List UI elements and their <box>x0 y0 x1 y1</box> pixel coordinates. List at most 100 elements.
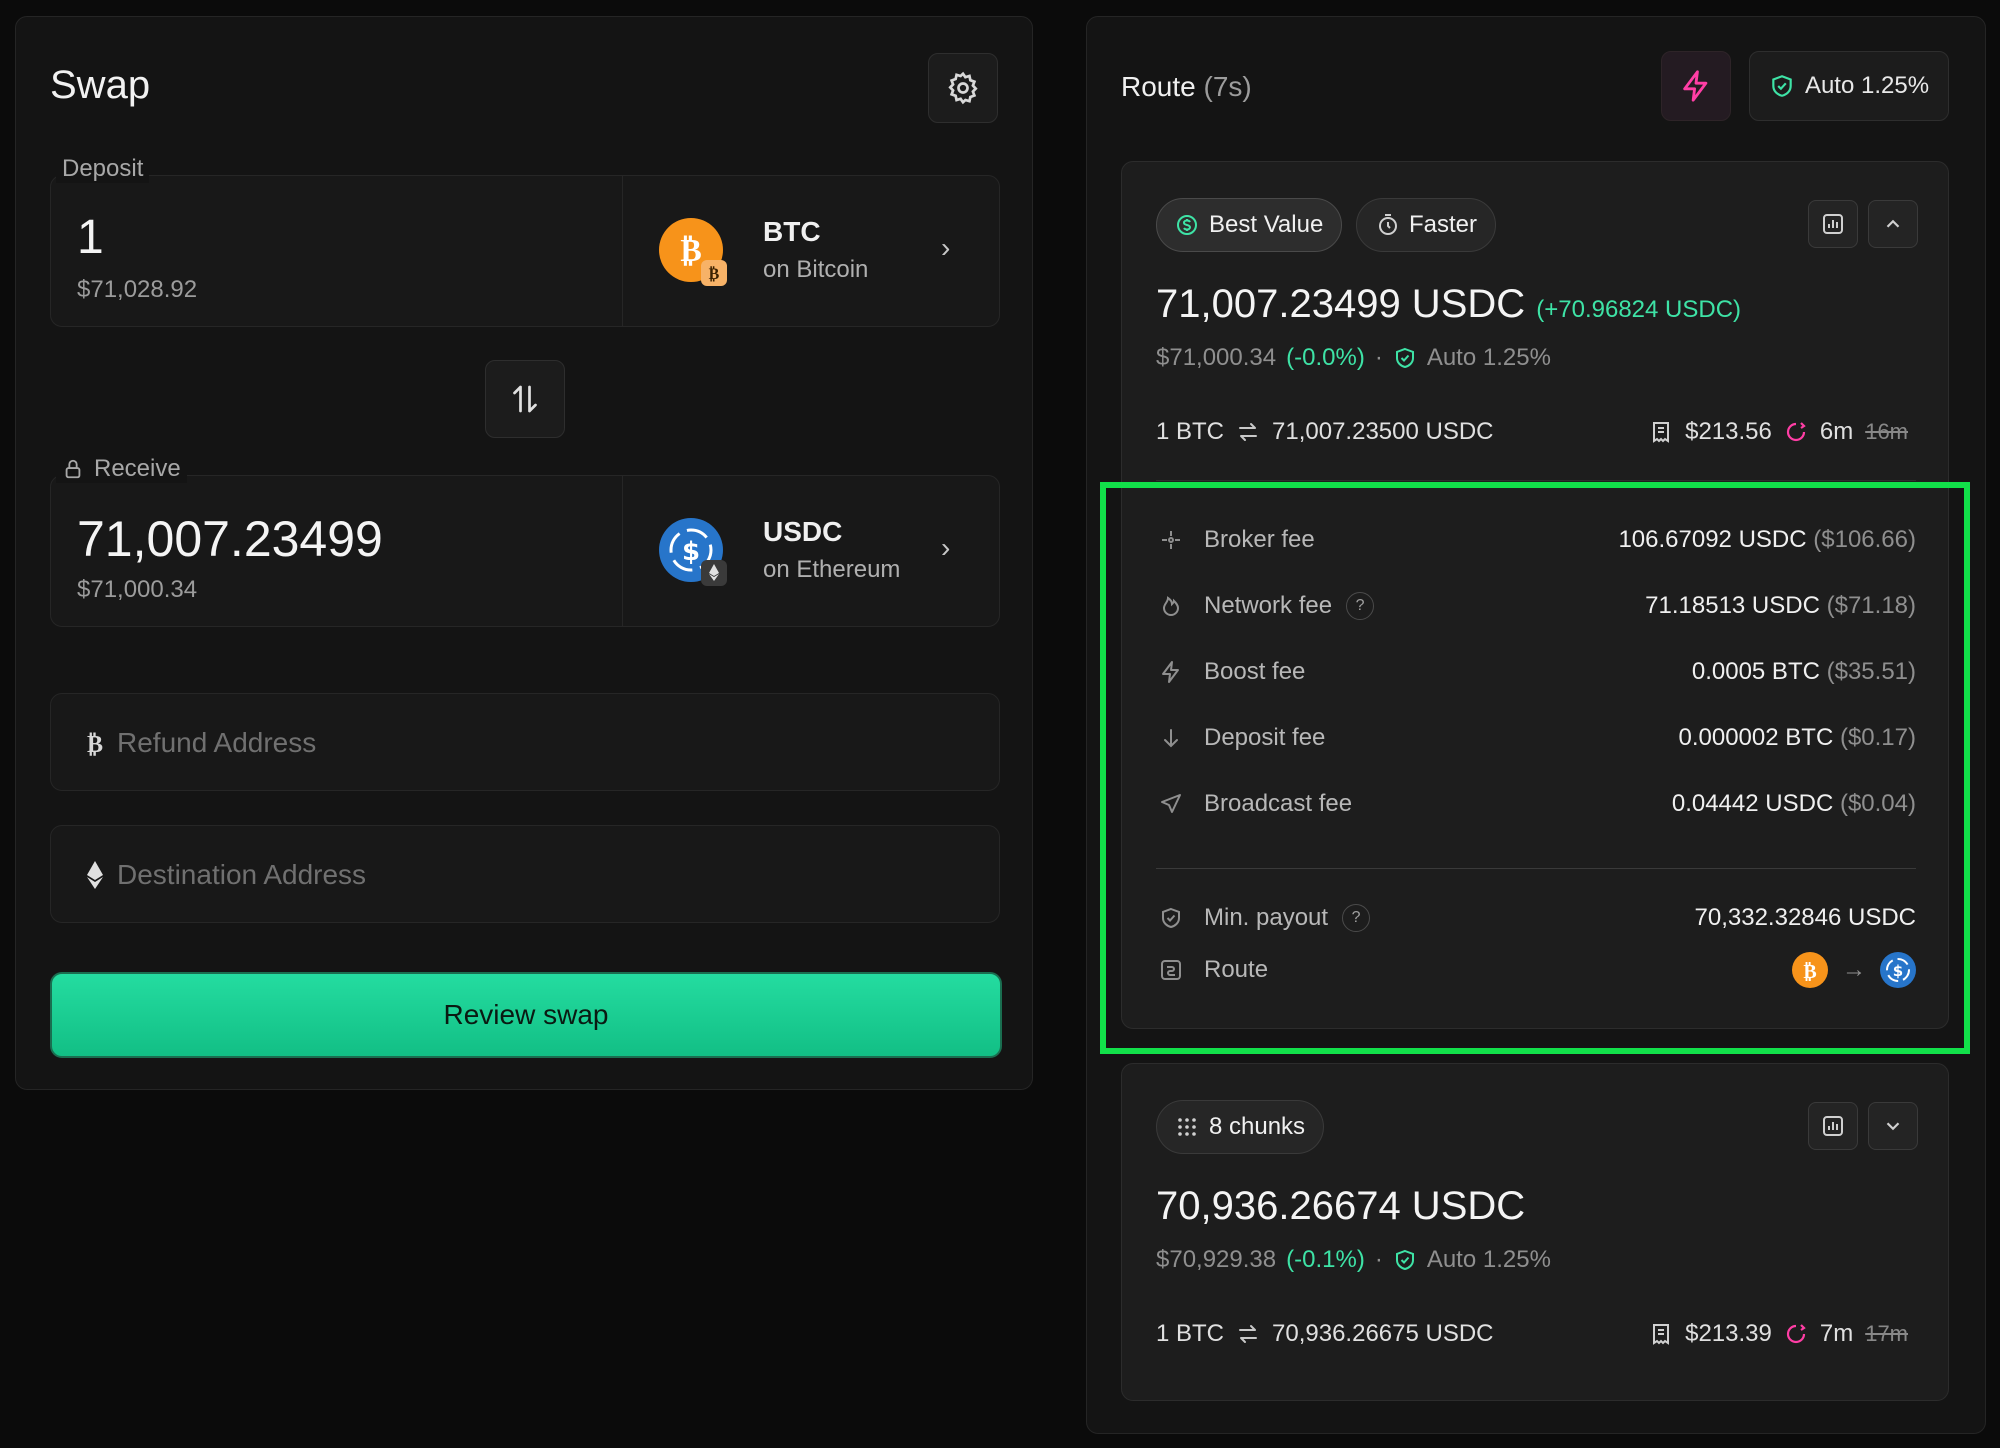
route-path: ₿ → $ <box>1792 952 1916 988</box>
help-icon[interactable]: ? <box>1346 592 1375 620</box>
chevron-right-icon: › <box>941 232 951 263</box>
stopwatch-icon <box>1379 214 1397 235</box>
min-payout-value: 70,332.32846 USDC <box>1694 904 1916 931</box>
chevron-right-icon: › <box>941 532 951 563</box>
min-payout-row: Min. payout ? 70,332.32846 USDC <box>1156 898 1916 938</box>
faster-tab[interactable]: Faster <box>1356 198 1497 252</box>
route-arrow: → <box>1842 956 1866 983</box>
chart-button[interactable] <box>1808 200 1858 248</box>
slippage-button[interactable]: Auto 1.25% <box>1749 51 1949 121</box>
receipt-icon <box>1653 422 1670 443</box>
route-row: Route ₿ → $ <box>1156 950 1916 990</box>
fee-usd: ($0.17) <box>1839 724 1916 751</box>
shield-check-icon <box>1156 903 1186 933</box>
rate-to: 71,007.23500 USDC <box>1272 418 1494 445</box>
best-rate-line: 1 BTC 71,007.23500 USDC <box>1156 418 1494 446</box>
svg-text:₿: ₿ <box>87 730 103 758</box>
fee-label: Broker fee <box>1204 526 1315 553</box>
slippage-value: Auto 1.25% <box>1804 72 1930 99</box>
previous-time: 17m <box>1865 1321 1908 1346</box>
receive-label-text: Receive <box>94 455 181 482</box>
best-slippage: Auto 1.25% <box>1426 344 1551 371</box>
usdc-token-icon: $ <box>659 518 727 586</box>
rate-from: 1 BTC <box>1156 418 1225 445</box>
best-route-card[interactable]: Best Value Faster 71,007.23499 USDC (+70… <box>1121 161 1949 1029</box>
min-payout-label: Min. payout <box>1204 904 1329 931</box>
expand-button[interactable] <box>1868 1102 1918 1150</box>
usdc-token-icon: $ <box>1880 952 1916 988</box>
fee-amount: 0.000002 BTC <box>1678 724 1834 751</box>
best-pct: (-0.0%) <box>1286 344 1365 371</box>
chart-button[interactable] <box>1808 1102 1858 1150</box>
chunks-tab[interactable]: 8 chunks <box>1156 1100 1325 1154</box>
chunks-amount: 70,936.26674 USDC <box>1156 1184 1526 1228</box>
dollar-circle-icon <box>1177 215 1197 235</box>
route-label: Route <box>1204 956 1269 983</box>
receive-amount-area: 71,007.23499 $71,000.34 <box>51 476 623 626</box>
swap-arrows-icon <box>513 385 537 413</box>
refund-address-input[interactable] <box>117 718 977 768</box>
chunks-usd: $70,929.38 <box>1156 1246 1277 1273</box>
divider <box>1156 868 1916 869</box>
route-header: Route (7s) <box>1121 71 1252 103</box>
review-swap-button[interactable]: Review swap <box>50 972 1002 1058</box>
deposit-amount-area[interactable]: 1 $71,028.92 <box>51 176 623 326</box>
deposit-usd-value: $71,028.92 <box>77 276 198 303</box>
receipt-icon <box>1653 1324 1670 1345</box>
fee-value: 0.0005 BTC ($35.51) <box>1692 658 1916 686</box>
fee-label: Deposit fee <box>1204 724 1326 751</box>
settings-button[interactable] <box>928 53 998 123</box>
deposit-token-selector[interactable]: ₿ ₿ BTC on Bitcoin › <box>623 176 1001 326</box>
faster-label: Faster <box>1409 211 1478 238</box>
destination-address-input[interactable] <box>117 850 977 900</box>
total-fee: $213.56 <box>1685 418 1772 445</box>
chevron-down-icon <box>1886 1122 1900 1131</box>
best-value-tab[interactable]: Best Value <box>1156 198 1343 252</box>
chunks-slippage: Auto 1.25% <box>1426 1246 1551 1273</box>
send-icon <box>1156 789 1186 819</box>
deposit-token-symbol: BTC <box>763 216 821 247</box>
bolt-icon <box>1683 70 1708 102</box>
previous-time: 16m <box>1865 419 1908 444</box>
boost-toggle-button[interactable] <box>1661 51 1731 121</box>
collapse-button[interactable] <box>1868 200 1918 248</box>
fee-row-deposit-fee: Deposit fee 0.000002 BTC ($0.17) <box>1156 718 1916 758</box>
btc-token-icon: ₿ <box>1792 952 1828 988</box>
exchange-arrows-icon <box>1239 1325 1258 1343</box>
fee-amount: 106.67092 USDC <box>1618 526 1807 553</box>
flip-direction-button[interactable] <box>485 360 565 438</box>
svg-text:₿: ₿ <box>680 231 701 269</box>
deposit-label: Deposit <box>56 155 150 183</box>
chart-icon <box>1823 214 1843 234</box>
refund-address-field: ₿ <box>50 693 1000 791</box>
receive-token-selector[interactable]: $ USDC on Ethereum › <box>623 476 1001 626</box>
deposit-amount-input[interactable]: 1 <box>77 210 104 265</box>
lock-icon <box>65 459 81 479</box>
best-usd: $71,000.34 <box>1156 344 1277 371</box>
receive-label: Receive <box>56 455 187 483</box>
rate-from: 1 BTC <box>1156 1320 1225 1347</box>
receive-usd-value: $71,000.34 <box>77 576 198 603</box>
shield-check-icon <box>1395 347 1414 369</box>
chunks-label: 8 chunks <box>1209 1113 1306 1140</box>
route-refresh-timer: (7s) <box>1203 71 1252 102</box>
total-fee: $213.39 <box>1685 1320 1772 1347</box>
chunks-rate-line: 1 BTC 70,936.26675 USDC <box>1156 1320 1494 1348</box>
destination-address-field <box>50 825 1000 923</box>
fee-amount: 0.04442 USDC <box>1671 790 1834 817</box>
fee-row-boost-fee: Boost fee 0.0005 BTC ($35.51) <box>1156 652 1916 692</box>
chart-icon <box>1823 1116 1843 1136</box>
fee-value: 71.18513 USDC ($71.18) <box>1645 592 1916 620</box>
shield-check-icon <box>1772 75 1792 97</box>
fee-usd: ($106.66) <box>1813 526 1916 553</box>
best-amount-value: 71,007.23499 USDC <box>1156 282 1526 326</box>
chunks-route-card[interactable]: 8 chunks 70,936.26674 USDC $70,929.38 (-… <box>1121 1063 1949 1401</box>
fee-label: Boost fee <box>1204 658 1306 685</box>
fee-usd: ($35.51) <box>1826 658 1916 685</box>
bitcoin-icon: ₿ <box>81 726 109 760</box>
receive-token-symbol: USDC <box>763 516 843 547</box>
help-icon[interactable]: ? <box>1342 904 1371 932</box>
route-icon <box>1156 955 1186 985</box>
route-title: Route <box>1121 71 1196 102</box>
receive-amount: 71,007.23499 <box>77 511 383 567</box>
